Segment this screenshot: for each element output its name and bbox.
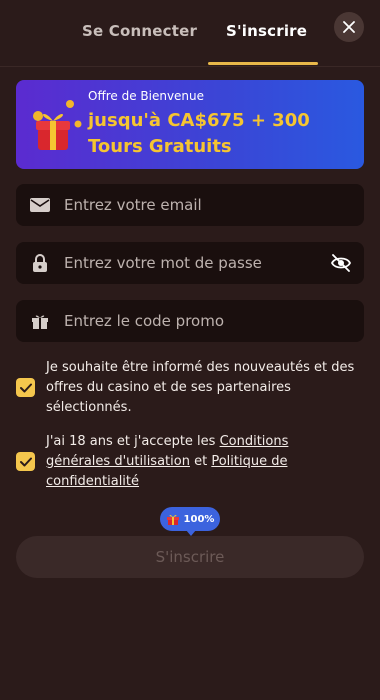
promo-input[interactable] [62, 311, 316, 331]
envelope-icon [30, 195, 50, 215]
promo-field [16, 300, 364, 342]
banner-title: jusqu'à CA$675 + 300 Tours Gratuits [88, 110, 310, 157]
eye-off-icon[interactable] [330, 252, 352, 274]
email-field [16, 184, 364, 226]
password-field [16, 242, 364, 284]
close-button[interactable] [334, 12, 364, 42]
terms-middle: et [189, 454, 212, 469]
auth-tabs: Se Connecter S'inscrire [0, 0, 380, 67]
email-input[interactable] [62, 195, 316, 215]
terms-prefix: J'ai 18 ans et j'accepte les [46, 434, 220, 449]
check-icon [19, 383, 32, 392]
tab-login[interactable]: Se Connecter [82, 22, 197, 40]
close-icon [343, 21, 355, 33]
register-submit-button[interactable]: S'inscrire [16, 536, 364, 578]
check-icon [19, 457, 32, 466]
terms-checkbox[interactable] [16, 452, 35, 471]
terms-label: J'ai 18 ans et j'accepte les Conditions … [46, 432, 356, 492]
bonus-progress-value: 100% [183, 513, 215, 525]
newsletter-checkbox[interactable] [16, 378, 35, 397]
tab-register[interactable]: S'inscrire [226, 22, 307, 40]
active-tab-indicator [208, 62, 318, 65]
banner-eyebrow: Offre de Bienvenue [88, 89, 205, 103]
bonus-progress-badge: 100% [160, 507, 220, 536]
password-input[interactable] [62, 253, 316, 273]
lock-icon [30, 253, 50, 273]
newsletter-label: Je souhaite être informé des nouveautés … [46, 360, 355, 415]
gift-small-icon [166, 514, 179, 525]
gift-icon [33, 100, 82, 150]
gift-small-icon [30, 311, 50, 331]
welcome-offer-banner: Offre de Bienvenue jusqu'à CA$675 + 300 … [16, 80, 364, 169]
